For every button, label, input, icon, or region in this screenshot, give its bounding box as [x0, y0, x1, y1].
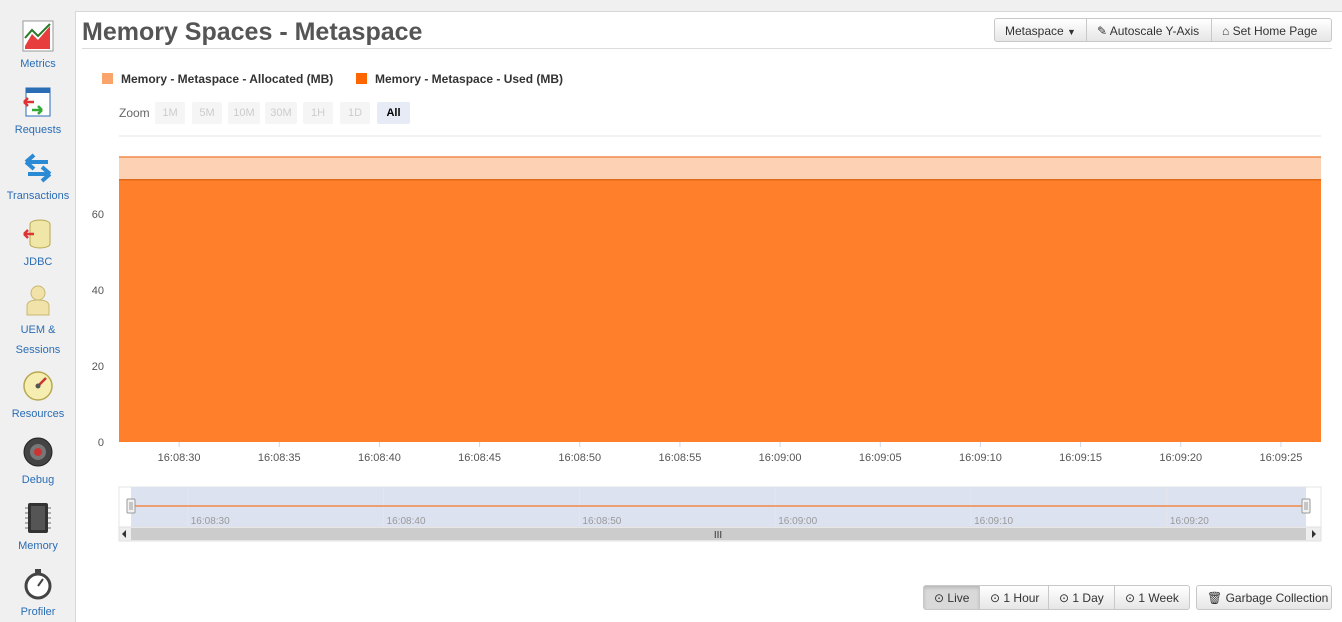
requests-icon — [23, 87, 51, 117]
clock-icon: ⊙ — [990, 591, 1001, 605]
y-tick-label: 0 — [98, 437, 104, 449]
sidebar: Metrics Requests Transactions JDBC UEM &… — [0, 0, 76, 621]
navigator-selection — [131, 487, 1306, 527]
sidebar-item-jdbc[interactable]: JDBC — [0, 218, 76, 272]
clock-icon: ⊙ — [934, 591, 945, 605]
sidebar-item-profiler[interactable]: Profiler — [0, 568, 76, 622]
transactions-icon — [24, 153, 52, 183]
x-tick-label: 16:09:05 — [859, 452, 902, 464]
user-icon — [26, 285, 50, 316]
navigator-tick-label: 16:09:20 — [1170, 516, 1209, 527]
navigator-tick-label: 16:09:10 — [974, 516, 1013, 527]
sidebar-item-debug[interactable]: Debug — [0, 436, 76, 490]
navigator-right-handle[interactable] — [1301, 498, 1311, 514]
x-tick-label: 16:08:30 — [158, 452, 201, 464]
memory-chip-icon — [25, 503, 51, 533]
x-tick-label: 16:09:15 — [1059, 452, 1102, 464]
x-tick-label: 16:09:00 — [759, 452, 802, 464]
sidebar-item-label-line2: Sessions — [15, 344, 61, 356]
y-tick-label: 60 — [92, 209, 104, 221]
sidebar-item-label: Requests — [14, 124, 62, 136]
sidebar-item-metrics[interactable]: Metrics — [0, 20, 76, 74]
sidebar-item-memory[interactable]: Memory — [0, 502, 76, 556]
y-tick-label: 20 — [92, 361, 104, 373]
sidebar-item-uem-sessions[interactable]: UEM & Sessions — [0, 284, 76, 360]
line-chart-icon — [22, 20, 54, 52]
x-tick-label: 16:08:45 — [458, 452, 501, 464]
debug-icon — [23, 437, 53, 467]
area-series-used — [119, 179, 1321, 443]
navigator-tick-label: 16:08:40 — [387, 516, 426, 527]
database-icon — [23, 219, 51, 249]
sidebar-item-requests[interactable]: Requests — [0, 86, 76, 140]
x-tick-label: 16:09:10 — [959, 452, 1002, 464]
clock-icon: ⊙ — [1059, 591, 1070, 605]
x-tick-label: 16:09:20 — [1159, 452, 1202, 464]
sidebar-item-label: Profiler — [20, 606, 56, 618]
garbage-collection-button[interactable]: 🗑 Garbage Collection — [1196, 585, 1332, 610]
1-week-button[interactable]: ⊙ 1 Week — [1115, 585, 1190, 610]
scrollbar-grip-icon: III — [714, 530, 722, 541]
1-day-button[interactable]: ⊙ 1 Day — [1049, 585, 1115, 610]
sidebar-item-label: Resources — [11, 408, 65, 420]
sidebar-item-transactions[interactable]: Transactions — [0, 152, 76, 206]
sidebar-item-label: UEM & — [20, 324, 56, 336]
memory-chart[interactable]: 0 20 40 60 16:08:30 16:08:35 16:08:40 16:08:45 1… — [76, 12, 1342, 552]
sidebar-item-label: Transactions — [6, 190, 70, 202]
sidebar-item-resources[interactable]: Resources — [0, 370, 76, 424]
x-tick-label: 16:08:35 — [258, 452, 301, 464]
1-hour-button[interactable]: ⊙ 1 Hour — [980, 585, 1049, 610]
sidebar-item-label: JDBC — [23, 256, 53, 268]
navigator-tick-label: 16:08:30 — [191, 516, 230, 527]
live-button[interactable]: ⊙ Live — [923, 585, 980, 610]
main-panel: Memory Spaces - Metaspace Metaspace ▼ ✎ … — [75, 11, 1342, 622]
navigator-tick-label: 16:09:00 — [778, 516, 817, 527]
clock-icon: ⊙ — [1125, 591, 1136, 605]
sidebar-item-label: Debug — [21, 474, 55, 486]
navigator-tick-label: 16:08:50 — [582, 516, 621, 527]
y-tick-label: 40 — [92, 285, 104, 297]
stopwatch-icon — [24, 569, 52, 600]
x-tick-label: 16:08:55 — [659, 452, 702, 464]
gauge-icon — [23, 371, 53, 401]
navigator-left-handle[interactable] — [126, 498, 136, 514]
sidebar-item-label: Metrics — [20, 58, 56, 70]
trash-icon: 🗑 — [1207, 591, 1223, 605]
sidebar-item-label: Memory — [18, 540, 58, 552]
x-tick-label: 16:09:25 — [1260, 452, 1303, 464]
x-tick-label: 16:08:40 — [358, 452, 401, 464]
x-tick-label: 16:08:50 — [558, 452, 601, 464]
